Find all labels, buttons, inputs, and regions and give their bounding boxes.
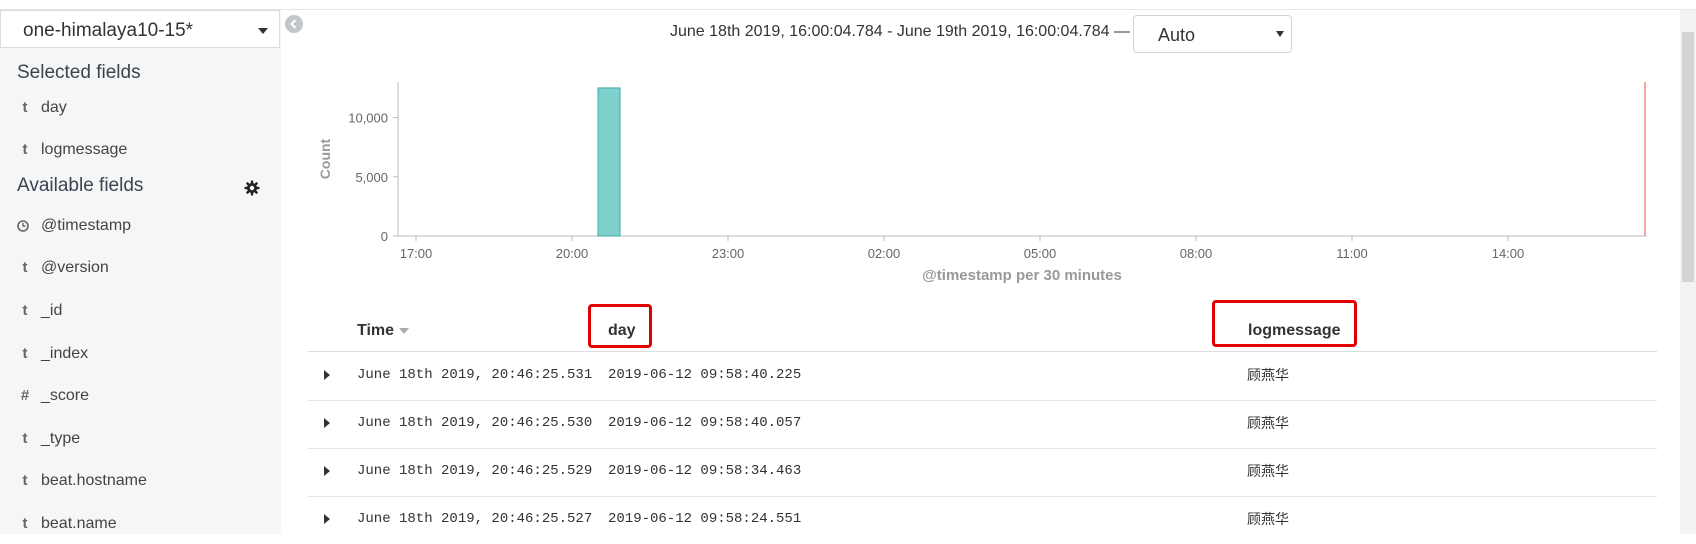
- number-type-icon: #: [20, 387, 30, 404]
- caret-down-icon: [258, 28, 268, 34]
- page-scrollbar[interactable]: [1680, 10, 1696, 534]
- top-bar: [0, 0, 1696, 10]
- x-axis-label: @timestamp per 30 minutes: [922, 267, 1122, 284]
- string-type-icon: t: [22, 141, 28, 158]
- highlight-box-logmessage: [1212, 300, 1357, 347]
- string-type-icon: t: [22, 302, 28, 319]
- expand-row-icon[interactable]: [324, 514, 330, 524]
- available-field-id[interactable]: t _id: [0, 297, 281, 329]
- highlight-box-day: [588, 304, 652, 348]
- cell-logmessage: 顾燕华: [1247, 416, 1289, 432]
- string-type-icon: t: [22, 345, 28, 362]
- x-tick-label: 05:00: [1024, 246, 1057, 261]
- field-name: _type: [41, 430, 81, 447]
- field-name: beat.hostname: [41, 472, 147, 489]
- x-tick-label: 23:00: [712, 246, 745, 261]
- time-range-label: June 18th 2019, 16:00:04.784 - June 19th…: [670, 23, 1130, 40]
- x-tick-label: 08:00: [1180, 246, 1213, 261]
- histogram-chart: 10,000 5,000 0 17:00 20:00 23:00 02:00 05:00 08…: [317, 82, 1647, 284]
- column-label-time: Time: [357, 322, 395, 339]
- expand-row-icon[interactable]: [324, 466, 330, 476]
- field-name: _index: [41, 345, 89, 362]
- available-field-type[interactable]: t _type: [0, 425, 281, 457]
- string-type-icon: t: [22, 515, 28, 532]
- dropdown-arrow-icon: [1276, 31, 1284, 37]
- field-sidebar: one-himalaya10-15* Selected fields t day…: [0, 10, 281, 534]
- y-axis-label: Count: [317, 138, 333, 179]
- index-pattern-select[interactable]: one-himalaya10-15*: [0, 10, 280, 48]
- string-type-icon: t: [22, 472, 28, 489]
- y-tick-label: 10,000: [348, 111, 388, 126]
- table-row[interactable]: June 18th 2019, 20:46:25.529 2019-06-12 …: [308, 448, 1657, 497]
- sort-desc-icon[interactable]: [399, 327, 410, 334]
- scrollbar-thumb[interactable]: [1682, 32, 1694, 282]
- cell-logmessage: 顾燕华: [1247, 368, 1289, 384]
- histogram-bar: [597, 87, 621, 237]
- selected-fields-title: Selected fields: [17, 62, 141, 83]
- cell-day: 2019-06-12 09:58:40.057: [608, 415, 802, 431]
- y-tick-label: 0: [381, 229, 388, 244]
- available-fields-title: Available fields: [17, 175, 144, 196]
- field-name: beat.name: [41, 515, 117, 532]
- cell-logmessage: 顾燕华: [1247, 464, 1289, 480]
- available-field-timestamp[interactable]: @timestamp: [0, 212, 281, 244]
- collapse-sidebar-button[interactable]: [285, 15, 303, 33]
- table-row[interactable]: June 18th 2019, 20:46:25.527 2019-06-12 …: [308, 496, 1657, 544]
- chevron-left-icon: [290, 19, 297, 29]
- available-field-beat-hostname[interactable]: t beat.hostname: [0, 467, 281, 499]
- x-tick-label: 14:00: [1492, 246, 1525, 261]
- interval-select[interactable]: Auto: [1133, 15, 1292, 53]
- available-field-index[interactable]: t _index: [0, 340, 281, 372]
- field-name: @timestamp: [41, 217, 132, 234]
- string-type-icon: t: [22, 259, 28, 276]
- string-type-icon: t: [22, 99, 28, 116]
- x-tick-label: 20:00: [556, 246, 589, 261]
- x-tick-label: 11:00: [1336, 246, 1368, 261]
- cell-time: June 18th 2019, 20:46:25.531: [357, 367, 593, 383]
- field-name: logmessage: [41, 141, 128, 158]
- selected-field-logmessage[interactable]: t logmessage: [0, 136, 281, 168]
- cell-logmessage: 顾燕华: [1247, 512, 1289, 528]
- field-name: _id: [41, 302, 63, 319]
- y-tick-label: 5,000: [355, 170, 388, 185]
- column-header-time[interactable]: Time: [357, 322, 410, 340]
- available-field-version[interactable]: t @version: [0, 254, 281, 286]
- cell-day: 2019-06-12 09:58:34.463: [608, 463, 802, 479]
- cell-time: June 18th 2019, 20:46:25.527: [357, 511, 593, 527]
- field-name: _score: [41, 387, 90, 404]
- x-tick-label: 17:00: [400, 246, 433, 261]
- cell-time: June 18th 2019, 20:46:25.529: [357, 463, 593, 479]
- table-row[interactable]: June 18th 2019, 20:46:25.531 2019-06-12 …: [308, 352, 1657, 401]
- cell-day: 2019-06-12 09:58:40.225: [608, 367, 802, 383]
- available-field-beat-name[interactable]: t beat.name: [0, 510, 281, 542]
- gear-icon[interactable]: [244, 180, 260, 196]
- expand-row-icon[interactable]: [324, 370, 330, 380]
- string-type-icon: t: [22, 430, 28, 447]
- cell-day: 2019-06-12 09:58:24.551: [608, 511, 802, 527]
- cell-time: June 18th 2019, 20:46:25.530: [357, 415, 593, 431]
- clock-icon: [17, 220, 29, 232]
- index-pattern-label: one-himalaya10-15*: [23, 20, 194, 41]
- expand-row-icon[interactable]: [324, 418, 330, 428]
- x-tick-label: 02:00: [868, 246, 901, 261]
- field-name: day: [41, 99, 67, 116]
- available-field-score[interactable]: # _score: [0, 382, 281, 414]
- interval-value: Auto: [1158, 25, 1196, 45]
- selected-field-day[interactable]: t day: [0, 94, 281, 126]
- table-row[interactable]: June 18th 2019, 20:46:25.530 2019-06-12 …: [308, 400, 1657, 449]
- field-name: @version: [41, 259, 109, 276]
